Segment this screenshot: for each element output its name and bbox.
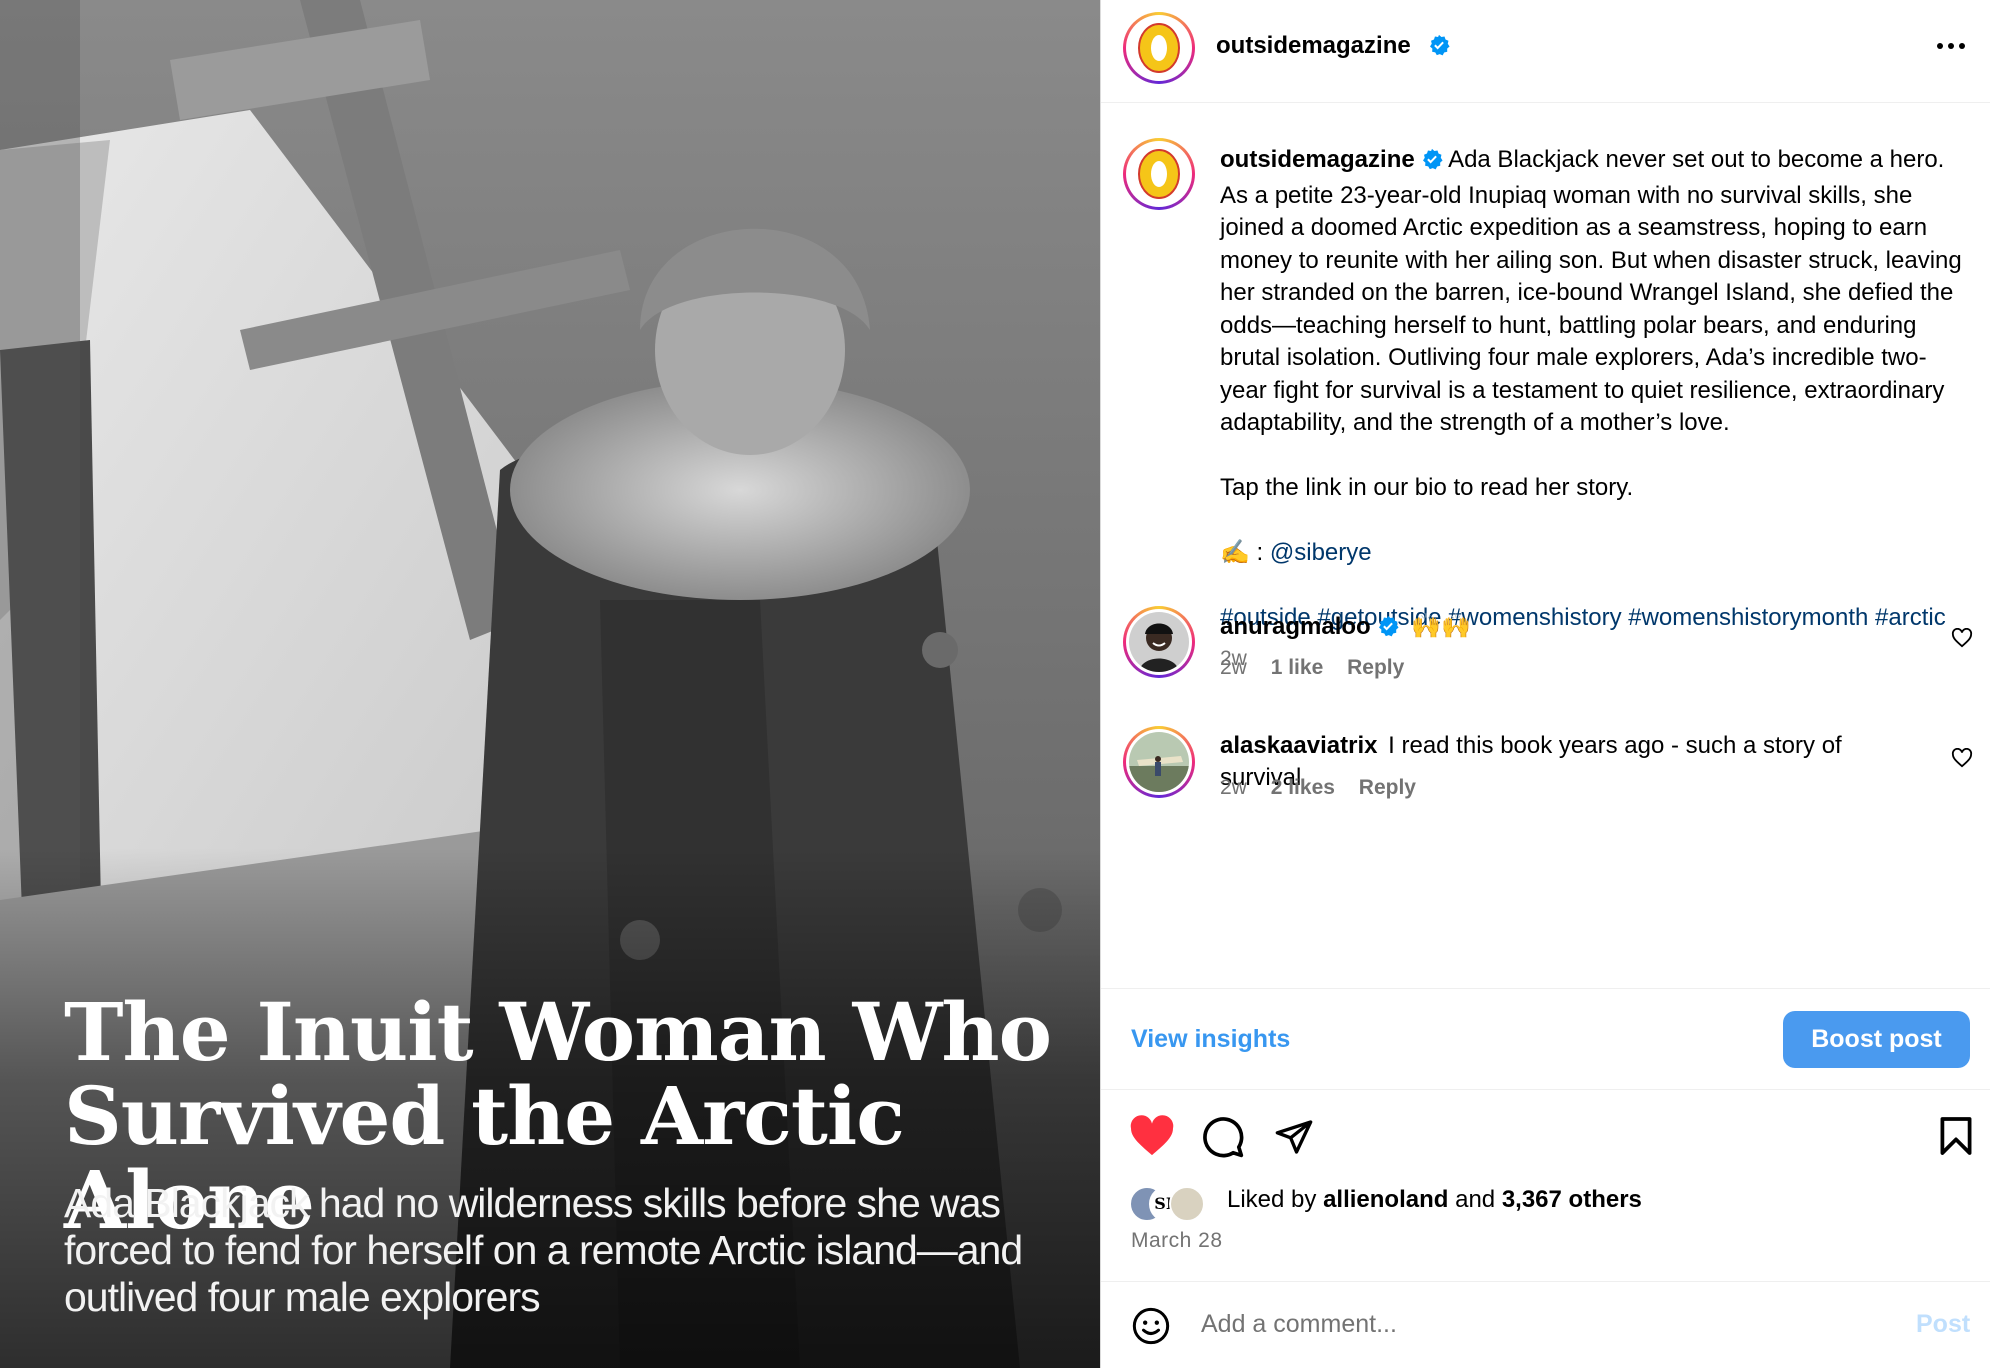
add-comment-bar: Post — [1101, 1281, 1990, 1368]
comment-icon[interactable] — [1201, 1115, 1245, 1164]
comment-text: 🙌🙌 — [1411, 613, 1472, 640]
liked-by-others-link[interactable]: 3,367 others — [1502, 1186, 1642, 1213]
boost-post-button[interactable]: Boost post — [1783, 1011, 1970, 1068]
comment-reply-button[interactable]: Reply — [1347, 656, 1404, 679]
comment-input[interactable] — [1201, 1304, 1841, 1344]
comment-username[interactable]: alaskaaviatrix — [1220, 732, 1377, 759]
caption-cta: Tap the link in our bio to read her stor… — [1220, 474, 1634, 501]
caption-username[interactable]: outsidemagazine — [1220, 146, 1415, 173]
comment-meta: 2w 2 likes Reply — [1220, 776, 1416, 800]
more-horizontal-icon[interactable] — [1936, 36, 1966, 56]
verified-badge-icon — [1377, 615, 1399, 644]
comment-row: anuragmaloo 🙌🙌 — [1220, 612, 1471, 644]
comment-avatar[interactable] — [1123, 726, 1195, 798]
emoji-icon[interactable] — [1131, 1306, 1171, 1351]
share-icon[interactable] — [1273, 1117, 1315, 1162]
outside-logo-icon — [1129, 144, 1189, 204]
comment-likes[interactable]: 2 likes — [1271, 776, 1335, 799]
user-photo — [1129, 732, 1189, 792]
post-image[interactable]: The Inuit Woman Who Survived the Arctic … — [0, 0, 1100, 1368]
author-avatar[interactable] — [1123, 12, 1195, 84]
bookmark-icon[interactable] — [1939, 1115, 1973, 1162]
comment-avatar[interactable] — [1123, 606, 1195, 678]
caption-body: Ada Blackjack never set out to become a … — [1220, 146, 1962, 436]
verified-badge-icon — [1421, 147, 1443, 180]
credit-handle-link[interactable]: @siberye — [1270, 539, 1372, 566]
header-username[interactable]: outsidemagazine — [1216, 32, 1411, 60]
post-actions: SK Liked by allienoland and 3,367 others… — [1101, 1091, 1990, 1281]
outside-logo-icon — [1129, 18, 1189, 78]
comment-username[interactable]: anuragmaloo — [1220, 613, 1371, 640]
view-insights-link[interactable]: View insights — [1131, 1025, 1290, 1054]
facepile-avatar-3 — [1169, 1186, 1205, 1222]
headline-line-1: The Inuit Woman Who — [64, 985, 1052, 1079]
comments-scroll-area[interactable]: outsidemagazine Ada Blackjack never set … — [1101, 104, 1990, 988]
verified-badge-icon — [1428, 34, 1450, 61]
liked-by-user-link[interactable]: allienoland — [1323, 1186, 1448, 1213]
credit-prefix: ✍️ : — [1220, 539, 1270, 566]
post-date[interactable]: March 28 — [1131, 1229, 1223, 1253]
caption-credit: ✍️ : @siberye — [1220, 537, 1970, 570]
user-photo — [1129, 612, 1189, 672]
heart-filled-icon[interactable] — [1129, 1115, 1175, 1162]
comment-reply-button[interactable]: Reply — [1359, 776, 1416, 799]
insights-bar: View insights Boost post — [1101, 988, 1990, 1090]
caption-avatar[interactable] — [1123, 138, 1195, 210]
comment-age: 2w — [1220, 776, 1247, 799]
post-detail-panel: outsidemagazine outsidemagazine Ada Blac… — [1100, 0, 1990, 1368]
post-header: outsidemagazine — [1101, 0, 1990, 103]
liked-by-text: Liked by allienoland and 3,367 others — [1227, 1186, 1642, 1214]
comment-age: 2w — [1220, 656, 1247, 679]
comment-meta: 2w 1 like Reply — [1220, 656, 1404, 680]
heart-outline-icon[interactable] — [1951, 627, 1973, 653]
liked-by-prefix: Liked by — [1227, 1186, 1324, 1213]
post-comment-button[interactable]: Post — [1916, 1310, 1970, 1339]
photo-subhead: Ada Blackjack had no wilderness skills b… — [64, 1180, 1023, 1320]
heart-outline-icon[interactable] — [1951, 747, 1973, 773]
liked-by-facepile[interactable]: SK — [1129, 1186, 1205, 1222]
liked-by-and: and — [1448, 1186, 1502, 1213]
comment-likes[interactable]: 1 like — [1271, 656, 1324, 679]
caption: outsidemagazine Ada Blackjack never set … — [1220, 144, 1970, 675]
